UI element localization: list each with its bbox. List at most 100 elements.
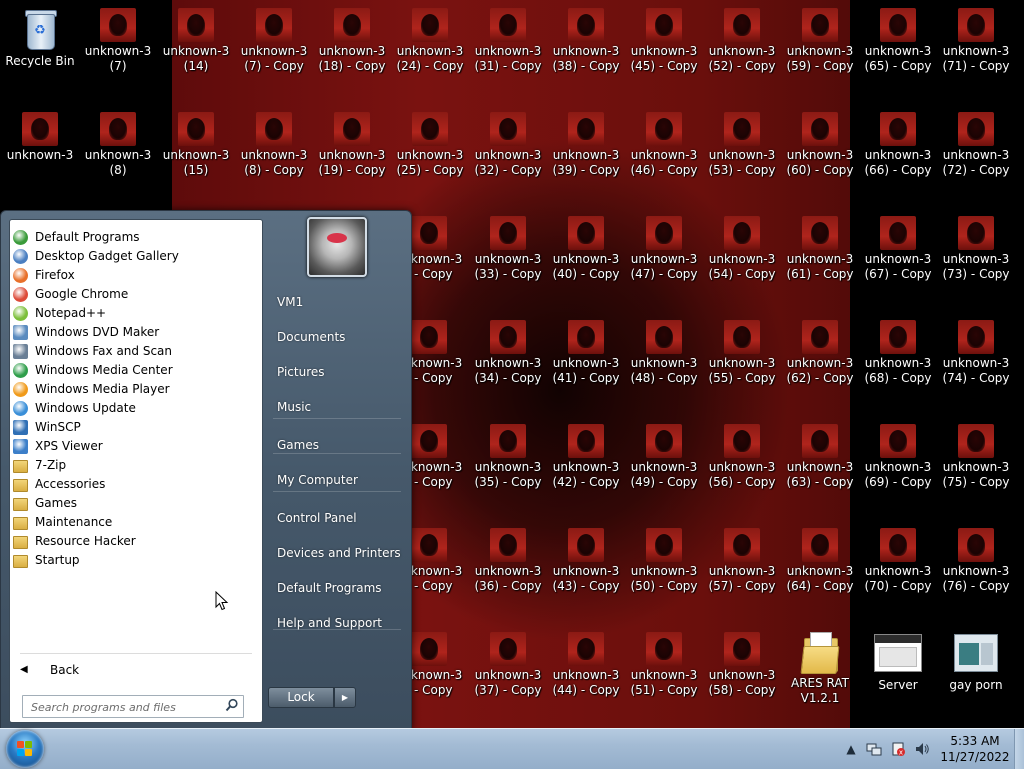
user-picture[interactable] <box>307 217 367 277</box>
image-file-desktop-icon[interactable]: unknown-3 (49) - Copy <box>625 418 703 518</box>
image-file-desktop-icon[interactable]: unknown-3 (57) - Copy <box>703 522 781 622</box>
program-item[interactable]: 7-Zip <box>10 456 262 475</box>
image-file-desktop-icon[interactable]: unknown-3 (38) - Copy <box>547 2 625 102</box>
image-file-desktop-icon[interactable]: unknown-3 (55) - Copy <box>703 314 781 414</box>
image-file-desktop-icon[interactable]: unknown-3 (14) <box>157 2 235 102</box>
program-item[interactable]: WinSCP <box>10 418 262 437</box>
image-file-desktop-icon[interactable]: unknown-3 (8) - Copy <box>235 106 313 206</box>
start-menu-link-pictures[interactable]: Pictures <box>267 357 413 387</box>
ares-rat-folder-desktop-icon[interactable]: ARES RAT V1.2.1 <box>781 626 859 726</box>
image-file-desktop-icon[interactable]: unknown-3 (41) - Copy <box>547 314 625 414</box>
start-button[interactable] <box>6 730 44 768</box>
show-desktop-button[interactable] <box>1014 729 1024 769</box>
start-menu-link-default-programs[interactable]: Default Programs <box>267 573 413 603</box>
image-file-desktop-icon[interactable]: unknown-3 (33) - Copy <box>469 210 547 310</box>
program-item[interactable]: Firefox <box>10 266 262 285</box>
program-item[interactable]: Google Chrome <box>10 285 262 304</box>
action-center-icon[interactable]: x <box>890 741 906 757</box>
image-file-desktop-icon[interactable]: unknown-3 (74) - Copy <box>937 314 1015 414</box>
start-menu-link-control-panel[interactable]: Control Panel <box>267 503 413 533</box>
image-file-desktop-icon[interactable]: unknown-3 (44) - Copy <box>547 626 625 726</box>
start-menu-link-games[interactable]: Games <box>267 430 413 460</box>
image-file-desktop-icon[interactable]: unknown-3 (40) - Copy <box>547 210 625 310</box>
image-file-desktop-icon[interactable]: unknown-3 (67) - Copy <box>859 210 937 310</box>
program-item[interactable]: Windows Media Center <box>10 361 262 380</box>
image-file-desktop-icon[interactable]: unknown-3 (64) - Copy <box>781 522 859 622</box>
image-file-desktop-icon[interactable]: unknown-3 (62) - Copy <box>781 314 859 414</box>
server-desktop-icon[interactable]: Server <box>859 626 937 726</box>
volume-icon[interactable] <box>914 741 930 757</box>
program-item[interactable]: Windows Update <box>10 399 262 418</box>
image-file-desktop-icon[interactable]: unknown-3 (15) <box>157 106 235 206</box>
image-file-desktop-icon[interactable]: unknown-3 (53) - Copy <box>703 106 781 206</box>
program-item[interactable]: Maintenance <box>10 513 262 532</box>
image-file-desktop-icon[interactable]: unknown-3 (39) - Copy <box>547 106 625 206</box>
program-item[interactable]: XPS Viewer <box>10 437 262 456</box>
program-item[interactable]: Default Programs <box>10 228 262 247</box>
image-file-desktop-icon[interactable]: unknown-3 (43) - Copy <box>547 522 625 622</box>
back-button[interactable]: ◀ Back <box>20 660 79 680</box>
image-file-desktop-icon[interactable]: unknown-3 (48) - Copy <box>625 314 703 414</box>
program-item[interactable]: Games <box>10 494 262 513</box>
image-file-desktop-icon[interactable]: unknown-3 (54) - Copy <box>703 210 781 310</box>
network-icon[interactable] <box>866 741 882 757</box>
search-input[interactable] <box>23 698 221 717</box>
start-menu-link-devices-and-printers[interactable]: Devices and Printers <box>267 538 413 568</box>
image-file-desktop-icon[interactable]: unknown-3 (50) - Copy <box>625 522 703 622</box>
program-item[interactable]: Resource Hacker <box>10 532 262 551</box>
image-file-desktop-icon[interactable]: unknown-3 (68) - Copy <box>859 314 937 414</box>
clock[interactable]: 5:33 AM 11/27/2022 <box>939 733 1011 765</box>
image-file-desktop-icon[interactable]: unknown-3 (52) - Copy <box>703 2 781 102</box>
image-file-desktop-icon[interactable]: unknown-3 (45) - Copy <box>625 2 703 102</box>
image-file-desktop-icon[interactable]: unknown-3 (59) - Copy <box>781 2 859 102</box>
program-item[interactable]: Windows DVD Maker <box>10 323 262 342</box>
image-file-desktop-icon[interactable]: unknown-3 (25) - Copy <box>391 106 469 206</box>
image-file-desktop-icon[interactable]: unknown-3 (47) - Copy <box>625 210 703 310</box>
image-file-desktop-icon[interactable]: unknown-3 (66) - Copy <box>859 106 937 206</box>
image-file-desktop-icon[interactable]: unknown-3 (58) - Copy <box>703 626 781 726</box>
recycle-bin-desktop-icon[interactable]: ♻ Recycle Bin <box>1 2 79 102</box>
image-file-desktop-icon[interactable]: unknown-3 (7) <box>79 2 157 102</box>
program-item[interactable]: Accessories <box>10 475 262 494</box>
lock-button[interactable]: Lock <box>268 687 334 708</box>
image-file-desktop-icon[interactable]: unknown-3 (7) - Copy <box>235 2 313 102</box>
image-file-desktop-icon[interactable]: unknown-3 (71) - Copy <box>937 2 1015 102</box>
image-file-desktop-icon[interactable]: unknown-3 (63) - Copy <box>781 418 859 518</box>
search-box[interactable] <box>22 695 244 718</box>
image-file-desktop-icon[interactable]: unknown-3 (37) - Copy <box>469 626 547 726</box>
image-file-desktop-icon[interactable]: unknown-3 (61) - Copy <box>781 210 859 310</box>
image-file-desktop-icon[interactable]: unknown-3 (72) - Copy <box>937 106 1015 206</box>
program-item[interactable]: Windows Fax and Scan <box>10 342 262 361</box>
program-item[interactable]: Desktop Gadget Gallery <box>10 247 262 266</box>
image-file-desktop-icon[interactable]: unknown-3 (70) - Copy <box>859 522 937 622</box>
image-file-desktop-icon[interactable]: unknown-3 (35) - Copy <box>469 418 547 518</box>
search-icon[interactable] <box>225 698 239 712</box>
image-file-desktop-icon[interactable]: unknown-3 (8) <box>79 106 157 206</box>
gay-porn-desktop-icon[interactable]: gay porn <box>937 626 1015 726</box>
image-file-desktop-icon[interactable]: unknown-3 (32) - Copy <box>469 106 547 206</box>
image-file-desktop-icon[interactable]: unknown-3 (60) - Copy <box>781 106 859 206</box>
program-item[interactable]: Notepad++ <box>10 304 262 323</box>
start-menu-link-documents[interactable]: Documents <box>267 322 413 352</box>
image-file-desktop-icon[interactable]: unknown-3 (31) - Copy <box>469 2 547 102</box>
image-file-desktop-icon[interactable]: unknown-3 (75) - Copy <box>937 418 1015 518</box>
image-file-desktop-icon[interactable]: unknown-3 <box>1 106 79 206</box>
show-hidden-icons-icon[interactable]: ▲ <box>843 741 859 757</box>
image-file-desktop-icon[interactable]: unknown-3 (46) - Copy <box>625 106 703 206</box>
start-menu-link-help-and-support[interactable]: Help and Support <box>267 608 413 638</box>
program-item[interactable]: Startup <box>10 551 262 570</box>
lock-options-arrow-icon[interactable]: ▶ <box>334 687 356 708</box>
image-file-desktop-icon[interactable]: unknown-3 (56) - Copy <box>703 418 781 518</box>
image-file-desktop-icon[interactable]: unknown-3 (42) - Copy <box>547 418 625 518</box>
image-file-desktop-icon[interactable]: unknown-3 (24) - Copy <box>391 2 469 102</box>
image-file-desktop-icon[interactable]: unknown-3 (76) - Copy <box>937 522 1015 622</box>
image-file-desktop-icon[interactable]: unknown-3 (73) - Copy <box>937 210 1015 310</box>
image-file-desktop-icon[interactable]: unknown-3 (65) - Copy <box>859 2 937 102</box>
image-file-desktop-icon[interactable]: unknown-3 (19) - Copy <box>313 106 391 206</box>
start-menu-link-user-name[interactable]: VM1 <box>267 287 413 317</box>
image-file-desktop-icon[interactable]: unknown-3 (18) - Copy <box>313 2 391 102</box>
image-file-desktop-icon[interactable]: unknown-3 (34) - Copy <box>469 314 547 414</box>
image-file-desktop-icon[interactable]: unknown-3 (69) - Copy <box>859 418 937 518</box>
image-file-desktop-icon[interactable]: unknown-3 (36) - Copy <box>469 522 547 622</box>
program-item[interactable]: Windows Media Player <box>10 380 262 399</box>
